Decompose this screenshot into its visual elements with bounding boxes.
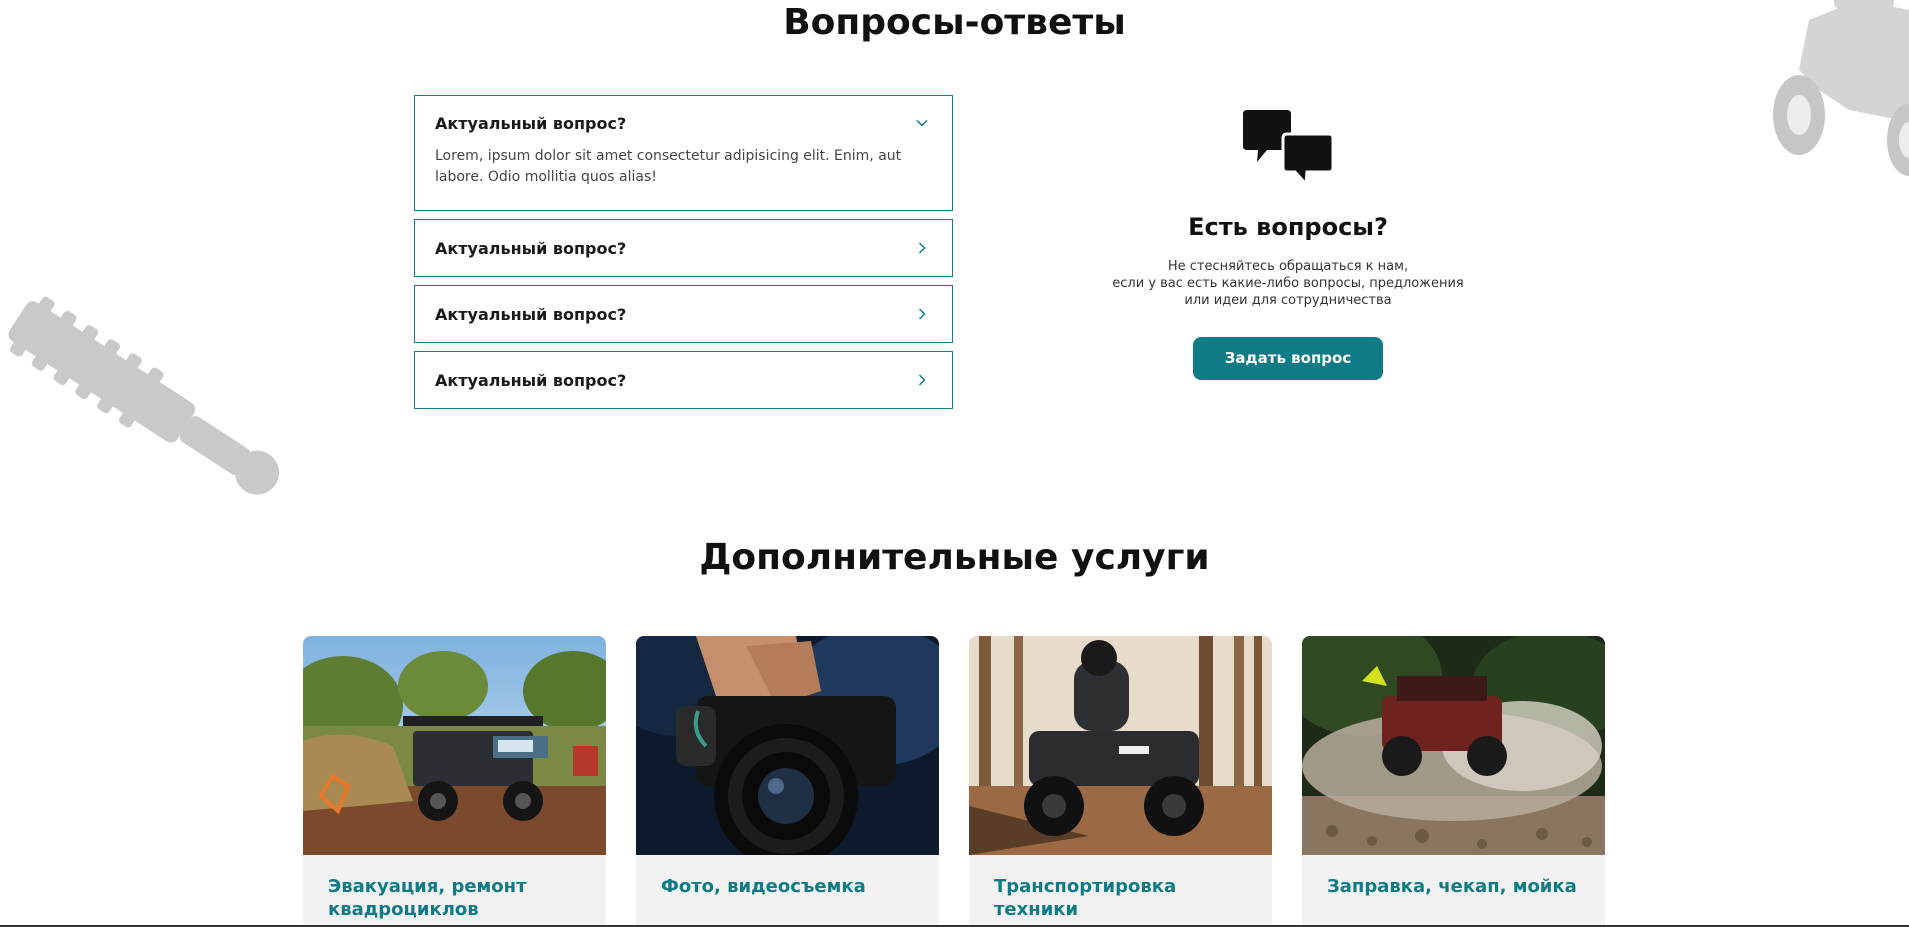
faq-item-header[interactable]: Актуальный вопрос? — [415, 220, 952, 276]
faq-item-header[interactable]: Актуальный вопрос? — [415, 352, 952, 408]
faq-item[interactable]: Актуальный вопрос? Lorem, ipsum dolor si… — [414, 95, 953, 211]
faq-list: Актуальный вопрос? Lorem, ipsum dolor si… — [414, 95, 953, 417]
chevron-right-icon — [918, 242, 926, 254]
page: Вопросы-ответы Актуальный вопрос? Lorem,… — [0, 0, 1909, 927]
chat-bubbles-icon — [1243, 110, 1333, 186]
services-title: Дополнительные услуги — [699, 537, 1210, 578]
service-card[interactable]: Транспортировка техники — [969, 636, 1272, 927]
service-label: Заправка, чекап, мойка — [1327, 876, 1577, 897]
chevron-right-icon — [918, 374, 926, 386]
faq-item-header[interactable]: Актуальный вопрос? — [415, 286, 952, 342]
shock-absorber-decoration — [8, 296, 280, 518]
service-label: Транспортировка техники — [994, 876, 1177, 920]
faq-item-header[interactable]: Актуальный вопрос? — [415, 96, 952, 150]
contact-title: Есть вопросы? — [1188, 213, 1388, 241]
faq-question: Актуальный вопрос? — [435, 238, 627, 258]
atv-rider-photo — [969, 636, 1272, 855]
chevron-down-icon — [916, 119, 928, 127]
camera-photo — [636, 636, 939, 855]
faq-title: Вопросы-ответы — [783, 2, 1126, 43]
contact-text-line: если у вас есть какие-либо вопросы, пред… — [1112, 276, 1464, 291]
faq-question: Актуальный вопрос? — [435, 113, 627, 133]
faq-answer: Lorem, ipsum dolor sit amet consectetur … — [435, 148, 902, 185]
faq-item[interactable]: Актуальный вопрос? — [414, 351, 953, 409]
faq-item[interactable]: Актуальный вопрос? — [414, 219, 953, 277]
service-card[interactable]: Заправка, чекап, мойка — [1302, 636, 1605, 927]
faq-question: Актуальный вопрос? — [435, 304, 627, 324]
contact-text-line: или идеи для сотрудничества — [1184, 293, 1392, 308]
contact-text-line: Не стесняйтесь обращаться к нам, — [1167, 259, 1409, 274]
chevron-right-icon — [918, 308, 926, 320]
contact-text: Не стесняйтесь обращаться к нам, если у … — [1088, 258, 1488, 309]
ask-question-button[interactable]: Задать вопрос — [1193, 337, 1383, 380]
service-card[interactable]: Фото, видеосъемка — [636, 636, 939, 927]
service-card[interactable]: Эвакуация, ремонт квадроциклов — [303, 636, 606, 927]
contact-card: Есть вопросы? Не стесняйтесь обращаться … — [1088, 110, 1488, 380]
utility-vehicle-photo — [303, 636, 606, 855]
services-grid: Эвакуация, ремонт квадроциклов Фото, вид… — [303, 636, 1606, 927]
buggy-splash-photo — [1302, 636, 1605, 855]
service-label: Эвакуация, ремонт квадроциклов — [328, 876, 527, 920]
service-label: Фото, видеосъемка — [661, 876, 866, 897]
faq-item[interactable]: Актуальный вопрос? — [414, 285, 953, 343]
faq-question: Актуальный вопрос? — [435, 370, 627, 390]
